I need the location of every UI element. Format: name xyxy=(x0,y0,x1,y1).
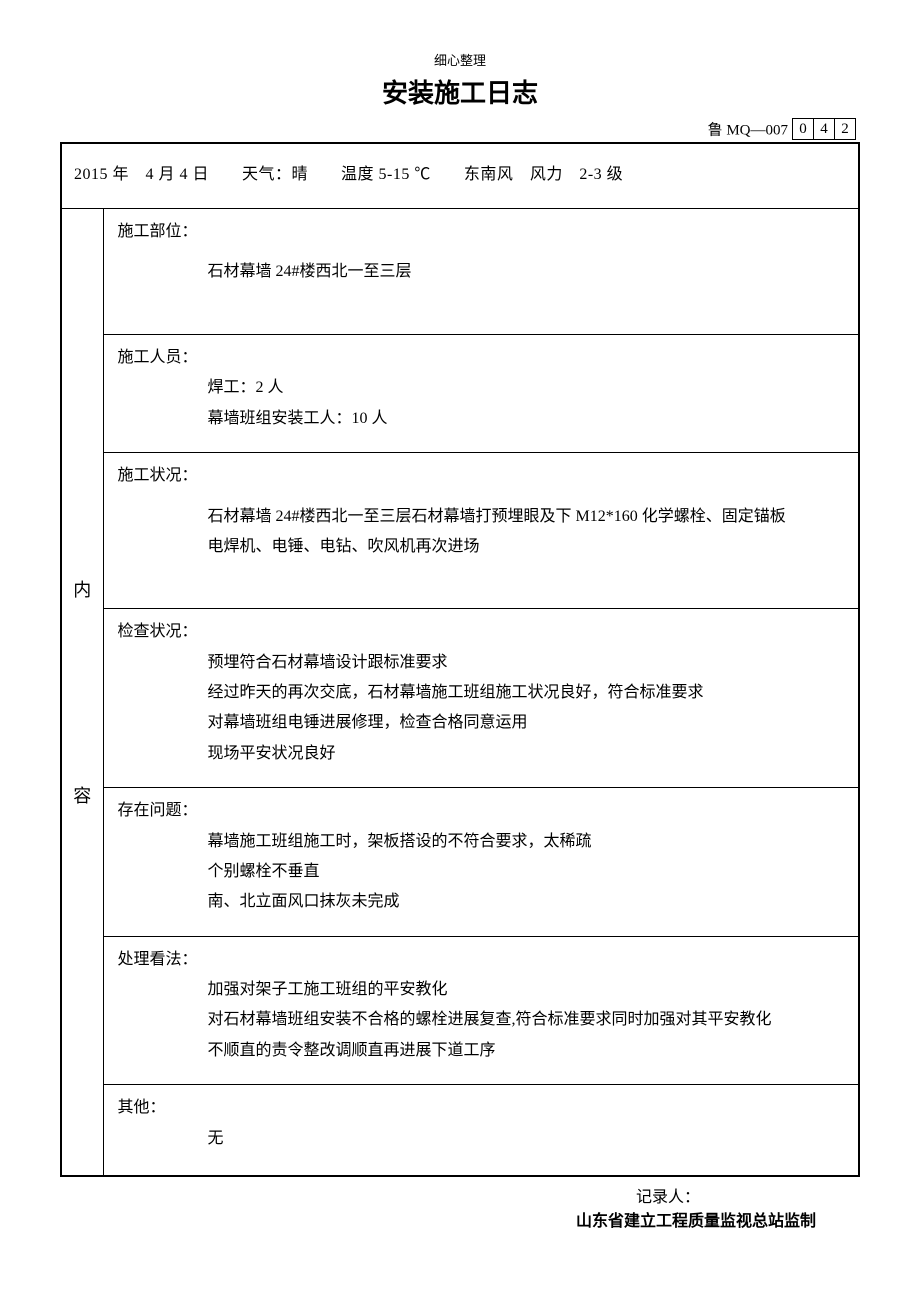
code-box: 2 xyxy=(834,118,856,140)
handling-line3: 不顺直的责令整改调顺直再进展下道工序 xyxy=(118,1036,845,1066)
label-inspection: 检查状况： xyxy=(118,617,845,647)
personnel-line1: 焊工：2 人 xyxy=(118,373,845,403)
handling-line1: 加强对架子工施工班组的平安教化 xyxy=(118,975,845,1005)
label-location: 施工部位： xyxy=(118,217,845,247)
section-handling: 处理看法： 加强对架子工施工班组的平安教化 对石材幕墙班组安装不合格的螺栓进展复… xyxy=(104,937,859,1085)
header-note: 细心整理 xyxy=(60,50,860,69)
section-inspection: 检查状况： 预埋符合石材幕墙设计跟标准要求 经过昨天的再次交底，石材幕墙施工班组… xyxy=(104,609,859,787)
code-box: 0 xyxy=(792,118,814,140)
section-location: 施工部位： 石材幕墙 24#楼西北一至三层 xyxy=(104,209,859,334)
inspection-line1: 预埋符合石材幕墙设计跟标准要求 xyxy=(118,648,845,678)
date-row: 2015 年 4 月 4 日 天气：晴 温度 5-15 ℃ 东南风 风力 2-3… xyxy=(61,143,859,209)
label-status: 施工状况： xyxy=(118,461,845,491)
problems-line2: 个别螺栓不垂直 xyxy=(118,857,845,887)
label-handling: 处理看法： xyxy=(118,945,845,975)
doc-code-label: 鲁 MQ—007 xyxy=(708,123,788,139)
section-status: 施工状况： 石材幕墙 24#楼西北一至三层石材幕墙打预埋眼及下 M12*160 … xyxy=(104,453,859,608)
personnel-line2: 幕墙班组安装工人：10 人 xyxy=(118,404,845,434)
code-box: 4 xyxy=(813,118,835,140)
date-line: 2015 年 4 月 4 日 天气：晴 温度 5-15 ℃ 东南风 风力 2-3… xyxy=(61,143,859,209)
section-other: 其他： 无 xyxy=(104,1085,859,1175)
section-personnel: 施工人员： 焊工：2 人 幕墙班组安装工人：10 人 xyxy=(104,335,859,452)
side-char-bottom: 容 xyxy=(62,782,103,808)
side-char-top: 内 xyxy=(62,576,103,602)
problems-line3: 南、北立面风口抹灰未完成 xyxy=(118,887,845,917)
doc-code-boxes: 0 4 2 xyxy=(792,118,856,140)
label-other: 其他： xyxy=(118,1093,845,1123)
side-column: 内 容 xyxy=(61,209,103,1177)
label-personnel: 施工人员： xyxy=(118,343,845,373)
inspection-line3: 对幕墙班组电锤进展修理，检查合格同意运用 xyxy=(118,708,845,738)
recorder-label: 记录人： xyxy=(60,1183,820,1207)
body-location: 石材幕墙 24#楼西北一至三层 xyxy=(118,257,845,287)
problems-line1: 幕墙施工班组施工时，架板搭设的不符合要求，太稀疏 xyxy=(118,827,845,857)
status-line2: 电焊机、电锤、电钻、吹风机再次进场 xyxy=(118,532,845,562)
other-body: 无 xyxy=(118,1124,845,1154)
footer-org: 山东省建立工程质量监视总站监制 xyxy=(60,1207,820,1231)
footer: 记录人： 山东省建立工程质量监视总站监制 xyxy=(60,1183,860,1231)
inspection-line4: 现场平安状况良好 xyxy=(118,739,845,769)
status-line1: 石材幕墙 24#楼西北一至三层石材幕墙打预埋眼及下 M12*160 化学螺栓、固… xyxy=(118,502,845,532)
inspection-line2: 经过昨天的再次交底，石材幕墙施工班组施工状况良好，符合标准要求 xyxy=(118,678,845,708)
section-problems: 存在问题： 幕墙施工班组施工时，架板搭设的不符合要求，太稀疏 个别螺栓不垂直 南… xyxy=(104,788,859,936)
page-title: 安装施工日志 xyxy=(60,73,860,110)
doc-code-row: 鲁 MQ—007 0 4 2 xyxy=(60,118,860,140)
handling-line2: 对石材幕墙班组安装不合格的螺栓进展复查,符合标准要求同时加强对其平安教化 xyxy=(118,1005,845,1035)
label-problems: 存在问题： xyxy=(118,796,845,826)
main-table: 2015 年 4 月 4 日 天气：晴 温度 5-15 ℃ 东南风 风力 2-3… xyxy=(60,142,860,1177)
